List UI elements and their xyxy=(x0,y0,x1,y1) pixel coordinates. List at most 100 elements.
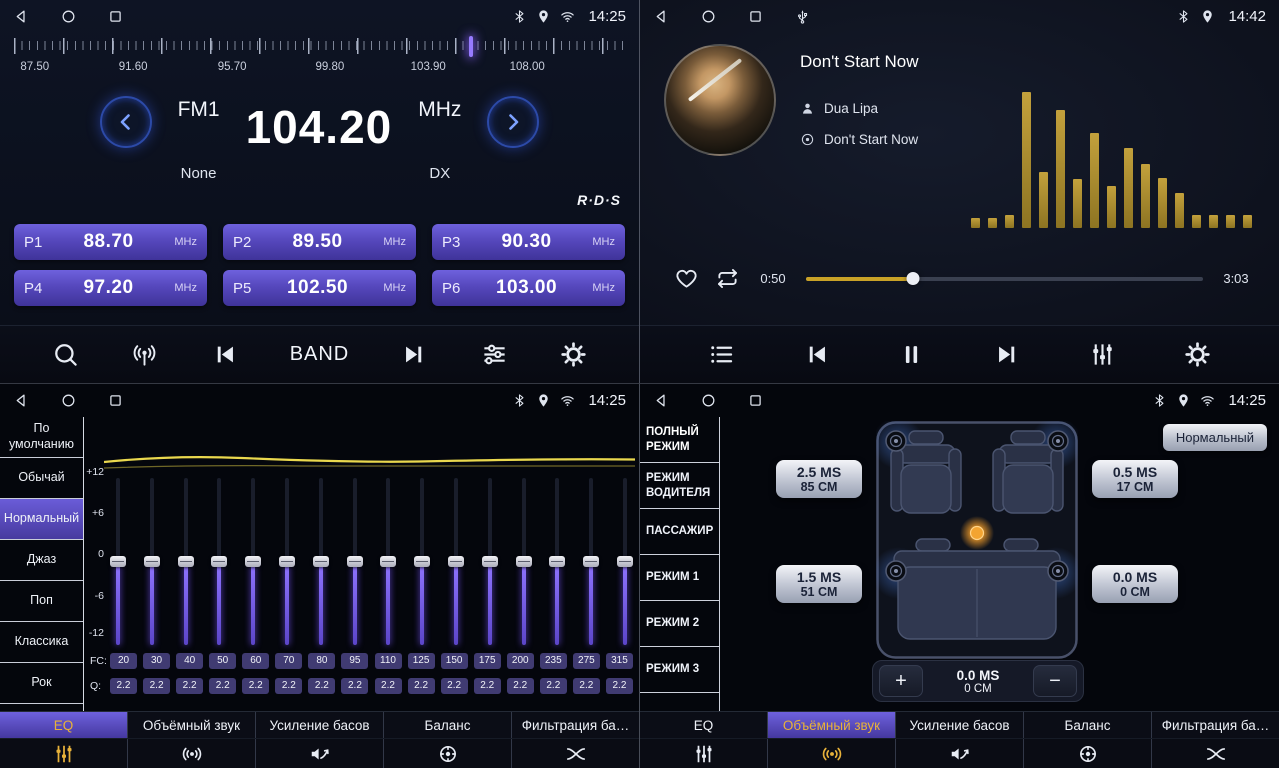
surround-sound-icon[interactable] xyxy=(768,739,896,768)
eq-band-slider[interactable] xyxy=(313,478,329,645)
radio-preset-p1-button[interactable]: P188.70MHz xyxy=(14,224,207,260)
slider-thumb[interactable] xyxy=(549,556,565,567)
eq-band-slider[interactable] xyxy=(617,478,633,645)
eq-faders-icon[interactable] xyxy=(640,739,768,768)
slider-thumb[interactable] xyxy=(245,556,261,567)
delay-rear-left-button[interactable]: 1.5 MS 51 CM xyxy=(776,565,862,603)
recents-icon[interactable] xyxy=(107,392,124,409)
recents-icon[interactable] xyxy=(747,392,764,409)
tab-eq[interactable]: EQ xyxy=(0,712,128,738)
frequency-scale[interactable]: 87.5091.6095.7099.80103.90108.00 xyxy=(14,36,625,78)
surround-mode-item[interactable]: ПАССАЖИР xyxy=(640,509,719,555)
bass-boost-icon[interactable] xyxy=(256,739,384,768)
eq-preset-item[interactable]: Поп xyxy=(0,581,83,622)
surround-sound-icon[interactable] xyxy=(128,739,256,768)
tab-bass-boost[interactable]: Усиление басов xyxy=(896,712,1024,738)
seek-thumb[interactable] xyxy=(907,272,920,285)
slider-thumb[interactable] xyxy=(279,556,295,567)
surround-mode-item[interactable]: РЕЖИМ 2 xyxy=(640,601,719,647)
eq-band-slider[interactable] xyxy=(144,478,160,645)
surround-mode-item[interactable]: РЕЖИМ ВОДИТЕЛЯ xyxy=(640,463,719,509)
eq-band-slider[interactable] xyxy=(245,478,261,645)
slider-thumb[interactable] xyxy=(617,556,633,567)
back-icon[interactable] xyxy=(653,392,670,409)
balance-icon[interactable] xyxy=(1024,739,1152,768)
tab-bass-boost[interactable]: Усиление басов xyxy=(256,712,384,738)
eq-preset-item[interactable]: По умолчанию xyxy=(0,417,83,458)
surround-mode-item[interactable]: РЕЖИМ 3 xyxy=(640,647,719,693)
eq-band-slider[interactable] xyxy=(178,478,194,645)
band-button[interactable]: BAND xyxy=(290,343,350,366)
increase-delay-button[interactable]: + xyxy=(879,665,923,697)
filter-icon[interactable] xyxy=(1152,739,1279,768)
settings-gear-icon[interactable] xyxy=(1184,341,1211,368)
eq-preset-item[interactable]: Нормальный xyxy=(0,499,83,540)
slider-thumb[interactable] xyxy=(482,556,498,567)
tab-eq[interactable]: EQ xyxy=(640,712,768,738)
back-icon[interactable] xyxy=(13,392,30,409)
eq-faders-icon[interactable] xyxy=(0,739,128,768)
slider-thumb[interactable] xyxy=(414,556,430,567)
slider-thumb[interactable] xyxy=(347,556,363,567)
eq-band-slider[interactable] xyxy=(110,478,126,645)
tab-surround-sound[interactable]: Объёмный звук xyxy=(128,712,256,738)
decrease-delay-button[interactable]: − xyxy=(1033,665,1077,697)
settings-gear-icon[interactable] xyxy=(560,341,587,368)
tab-balance[interactable]: Баланс xyxy=(1024,712,1152,738)
slider-thumb[interactable] xyxy=(448,556,464,567)
eq-faders-icon[interactable] xyxy=(1089,341,1116,368)
eq-band-slider[interactable] xyxy=(211,478,227,645)
radio-preset-p3-button[interactable]: P390.30MHz xyxy=(432,224,625,260)
favorite-heart-icon[interactable] xyxy=(674,266,699,291)
back-icon[interactable] xyxy=(653,8,670,25)
radio-preset-p4-button[interactable]: P497.20MHz xyxy=(14,270,207,306)
balance-icon[interactable] xyxy=(384,739,512,768)
filter-icon[interactable] xyxy=(512,739,639,768)
eq-band-slider[interactable] xyxy=(347,478,363,645)
tune-down-button[interactable] xyxy=(100,96,152,148)
slider-thumb[interactable] xyxy=(144,556,160,567)
eq-band-slider[interactable] xyxy=(448,478,464,645)
tab-filter[interactable]: Фильтрация ба… xyxy=(1152,712,1279,738)
eq-band-slider[interactable] xyxy=(583,478,599,645)
eq-band-slider[interactable] xyxy=(549,478,565,645)
slider-thumb[interactable] xyxy=(583,556,599,567)
surround-mode-item[interactable]: ПОЛНЫЙ РЕЖИМ xyxy=(640,417,719,463)
recents-icon[interactable] xyxy=(107,8,124,25)
pause-icon[interactable] xyxy=(898,341,925,368)
eq-preset-item[interactable]: Джаз xyxy=(0,540,83,581)
back-icon[interactable] xyxy=(13,8,30,25)
broadcast-icon[interactable] xyxy=(131,341,158,368)
bass-boost-icon[interactable] xyxy=(896,739,1024,768)
recents-icon[interactable] xyxy=(747,8,764,25)
tab-filter[interactable]: Фильтрация ба… xyxy=(512,712,639,738)
delay-rear-right-button[interactable]: 0.0 MS 0 CM xyxy=(1092,565,1178,603)
radio-preset-p2-button[interactable]: P289.50MHz xyxy=(223,224,416,260)
eq-band-slider[interactable] xyxy=(482,478,498,645)
slider-thumb[interactable] xyxy=(178,556,194,567)
delay-front-right-button[interactable]: 0.5 MS 17 CM xyxy=(1092,460,1178,498)
slider-thumb[interactable] xyxy=(380,556,396,567)
eq-preset-item[interactable]: Классика xyxy=(0,622,83,663)
repeat-icon[interactable] xyxy=(715,266,740,291)
playlist-icon[interactable] xyxy=(708,341,735,368)
next-track-icon[interactable] xyxy=(994,341,1021,368)
previous-track-icon[interactable] xyxy=(803,341,830,368)
tab-surround-sound[interactable]: Объёмный звук xyxy=(768,712,896,738)
radio-preset-p5-button[interactable]: P5102.50MHz xyxy=(223,270,416,306)
home-icon[interactable] xyxy=(700,392,717,409)
eq-band-slider[interactable] xyxy=(414,478,430,645)
home-icon[interactable] xyxy=(60,392,77,409)
next-icon[interactable] xyxy=(401,341,428,368)
home-icon[interactable] xyxy=(700,8,717,25)
slider-thumb[interactable] xyxy=(211,556,227,567)
eq-band-slider[interactable] xyxy=(380,478,396,645)
tune-up-button[interactable] xyxy=(487,96,539,148)
slider-thumb[interactable] xyxy=(516,556,532,567)
slider-thumb[interactable] xyxy=(110,556,126,567)
previous-icon[interactable] xyxy=(211,341,238,368)
seek-bar[interactable] xyxy=(806,271,1203,286)
eq-preset-item[interactable]: Рок xyxy=(0,663,83,704)
surround-mode-item[interactable]: РЕЖИМ 1 xyxy=(640,555,719,601)
slider-thumb[interactable] xyxy=(313,556,329,567)
